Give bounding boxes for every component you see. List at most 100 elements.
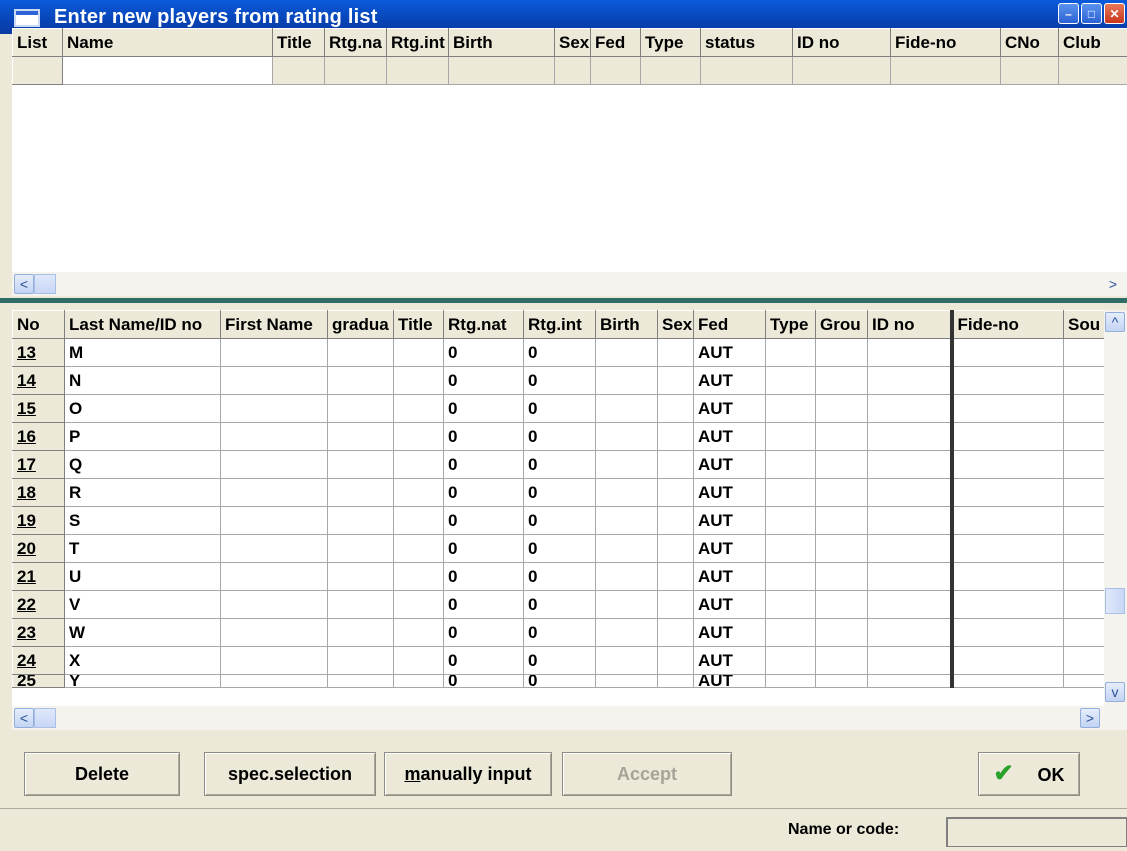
table-row[interactable]: 13M00AUT [13, 339, 1105, 367]
table-cell[interactable] [816, 479, 868, 507]
table-cell[interactable] [1064, 423, 1105, 451]
table-row[interactable]: 21U00AUT [13, 563, 1105, 591]
table-cell[interactable] [1064, 563, 1105, 591]
table-cell[interactable] [766, 647, 816, 675]
table-row[interactable]: 18R00AUT [13, 479, 1105, 507]
table-cell[interactable] [596, 675, 658, 688]
upper-grid-input-row[interactable] [13, 57, 1127, 85]
table-cell[interactable]: AUT [694, 647, 766, 675]
table-cell[interactable] [816, 451, 868, 479]
table-cell[interactable] [394, 563, 444, 591]
table-cell[interactable] [596, 367, 658, 395]
table-cell[interactable]: M [65, 339, 221, 367]
table-cell[interactable] [328, 675, 394, 688]
table-cell[interactable] [793, 57, 891, 85]
table-cell[interactable] [221, 675, 328, 688]
table-cell[interactable] [394, 591, 444, 619]
scroll-thumb[interactable] [34, 274, 56, 294]
table-cell[interactable] [766, 451, 816, 479]
table-cell[interactable]: Y [65, 675, 221, 688]
table-cell[interactable] [1064, 619, 1105, 647]
row-number[interactable]: 18 [13, 479, 65, 507]
table-cell[interactable]: 0 [444, 423, 524, 451]
close-button[interactable]: ✕ [1104, 3, 1125, 24]
table-row[interactable]: 15O00AUT [13, 395, 1105, 423]
table-cell[interactable]: AUT [694, 367, 766, 395]
table-cell[interactable] [952, 675, 1064, 688]
table-cell[interactable] [221, 367, 328, 395]
table-cell[interactable] [766, 675, 816, 688]
table-cell[interactable]: 0 [444, 339, 524, 367]
column-header[interactable]: Title [273, 29, 325, 57]
table-cell[interactable]: 0 [444, 451, 524, 479]
table-row[interactable]: 20T00AUT [13, 535, 1105, 563]
table-cell[interactable] [816, 619, 868, 647]
table-cell[interactable] [766, 339, 816, 367]
row-number[interactable]: 14 [13, 367, 65, 395]
table-cell[interactable] [328, 367, 394, 395]
table-cell[interactable] [868, 619, 952, 647]
table-cell[interactable] [328, 535, 394, 563]
table-cell[interactable] [394, 647, 444, 675]
table-cell[interactable] [816, 535, 868, 563]
table-cell[interactable] [328, 479, 394, 507]
table-row[interactable]: 14N00AUT [13, 367, 1105, 395]
table-cell[interactable] [952, 535, 1064, 563]
upper-horizontal-scrollbar[interactable]: < > [12, 272, 1127, 296]
table-cell[interactable] [221, 535, 328, 563]
column-header[interactable]: List [13, 29, 63, 57]
table-cell[interactable]: R [65, 479, 221, 507]
panel-splitter[interactable] [0, 298, 1127, 303]
lower-grid[interactable]: No Last Name/ID no First Name gradua Tit… [12, 310, 1105, 688]
name-input-cell[interactable] [63, 57, 273, 85]
table-cell[interactable] [596, 619, 658, 647]
table-cell[interactable] [394, 451, 444, 479]
table-cell[interactable] [868, 591, 952, 619]
table-cell[interactable] [766, 423, 816, 451]
table-cell[interactable] [221, 423, 328, 451]
lower-vertical-scrollbar[interactable]: ^ v [1104, 310, 1127, 706]
table-cell[interactable] [394, 507, 444, 535]
table-cell[interactable] [816, 675, 868, 688]
table-cell[interactable] [1064, 479, 1105, 507]
manually-input-button[interactable]: manually input [384, 752, 552, 796]
table-cell[interactable] [658, 479, 694, 507]
column-header[interactable]: Club [1059, 29, 1127, 57]
table-cell[interactable] [766, 367, 816, 395]
table-row[interactable]: 19S00AUT [13, 507, 1105, 535]
table-cell[interactable]: 0 [444, 563, 524, 591]
row-number[interactable]: 21 [13, 563, 65, 591]
table-cell[interactable]: AUT [694, 619, 766, 647]
table-cell[interactable] [596, 563, 658, 591]
table-cell[interactable]: AUT [694, 479, 766, 507]
table-cell[interactable] [766, 563, 816, 591]
table-cell[interactable] [596, 479, 658, 507]
row-number[interactable]: 20 [13, 535, 65, 563]
column-header[interactable]: ID no [793, 29, 891, 57]
table-cell[interactable] [328, 563, 394, 591]
table-cell[interactable]: 0 [444, 507, 524, 535]
table-cell[interactable] [328, 451, 394, 479]
table-cell[interactable]: 0 [524, 507, 596, 535]
table-cell[interactable] [766, 479, 816, 507]
table-cell[interactable]: 0 [524, 675, 596, 688]
accept-button[interactable]: Accept [562, 752, 732, 796]
table-cell[interactable] [328, 507, 394, 535]
table-cell[interactable] [891, 57, 1001, 85]
table-cell[interactable] [221, 451, 328, 479]
table-cell[interactable]: 0 [524, 647, 596, 675]
lower-horizontal-scrollbar[interactable]: < > [12, 706, 1127, 730]
scroll-left-icon[interactable]: < [14, 708, 34, 728]
table-cell[interactable]: 0 [524, 423, 596, 451]
table-cell[interactable] [1001, 57, 1059, 85]
table-cell[interactable] [394, 395, 444, 423]
table-cell[interactable]: X [65, 647, 221, 675]
table-cell[interactable] [394, 535, 444, 563]
table-cell[interactable] [221, 507, 328, 535]
table-cell[interactable] [868, 479, 952, 507]
table-cell[interactable] [273, 57, 325, 85]
table-cell[interactable] [328, 619, 394, 647]
row-number[interactable]: 19 [13, 507, 65, 535]
table-row[interactable]: 17Q00AUT [13, 451, 1105, 479]
table-cell[interactable] [868, 395, 952, 423]
